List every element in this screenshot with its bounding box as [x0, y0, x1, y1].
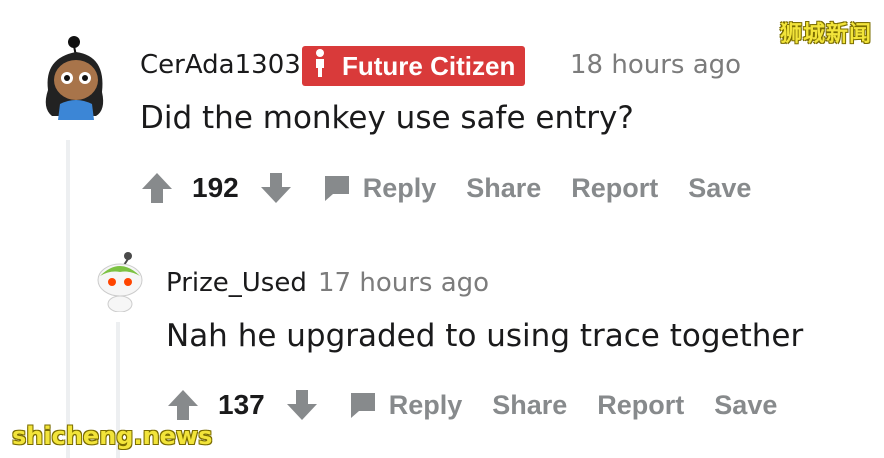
reply-button[interactable]: Reply: [323, 172, 437, 204]
watermark-top: 狮城新闻: [779, 22, 872, 47]
comment-username[interactable]: CerAda1303: [140, 50, 301, 80]
downvote-icon[interactable]: [259, 171, 293, 205]
share-button[interactable]: Share: [466, 173, 541, 204]
reply-avatar[interactable]: [94, 250, 146, 313]
vote-score: 192: [192, 172, 239, 203]
comment-body: Did the monkey use safe entry?: [140, 100, 634, 136]
downvote-icon[interactable]: [285, 388, 319, 422]
save-button[interactable]: Save: [688, 173, 751, 204]
reply-username[interactable]: Prize_Used: [166, 268, 307, 298]
comment-action-bar: 192 Reply Share Report Save: [140, 168, 751, 208]
reply-label: Reply: [388, 389, 463, 420]
upvote-icon[interactable]: [140, 171, 174, 205]
report-button[interactable]: Report: [597, 390, 684, 421]
share-button[interactable]: Share: [492, 390, 567, 421]
comment-timestamp[interactable]: 18 hours ago: [570, 50, 741, 80]
reply-timestamp[interactable]: 17 hours ago: [318, 268, 489, 298]
flair-label: Future Citizen: [342, 50, 516, 81]
reply-action-bar: 137 Reply Share Report Save: [166, 385, 777, 425]
watermark-bottom: shicheng.news: [12, 422, 213, 450]
upvote-icon[interactable]: [166, 388, 200, 422]
thread-line-root[interactable]: [66, 140, 70, 458]
report-button[interactable]: Report: [571, 173, 658, 204]
reply-button[interactable]: Reply: [349, 389, 463, 421]
save-button[interactable]: Save: [714, 390, 777, 421]
vote-score: 137: [218, 389, 265, 420]
reply-body: Nah he upgraded to using trace together: [166, 318, 804, 354]
user-avatar-icon: [45, 36, 104, 120]
comment-bubble-icon: [323, 174, 351, 202]
avatar[interactable]: [36, 30, 116, 122]
snoo-avatar-icon: [97, 252, 143, 313]
user-flair-badge: Future Citizen: [302, 46, 526, 86]
reply-label: Reply: [362, 172, 437, 203]
comment-bubble-icon: [349, 391, 377, 419]
person-icon: [314, 48, 326, 85]
